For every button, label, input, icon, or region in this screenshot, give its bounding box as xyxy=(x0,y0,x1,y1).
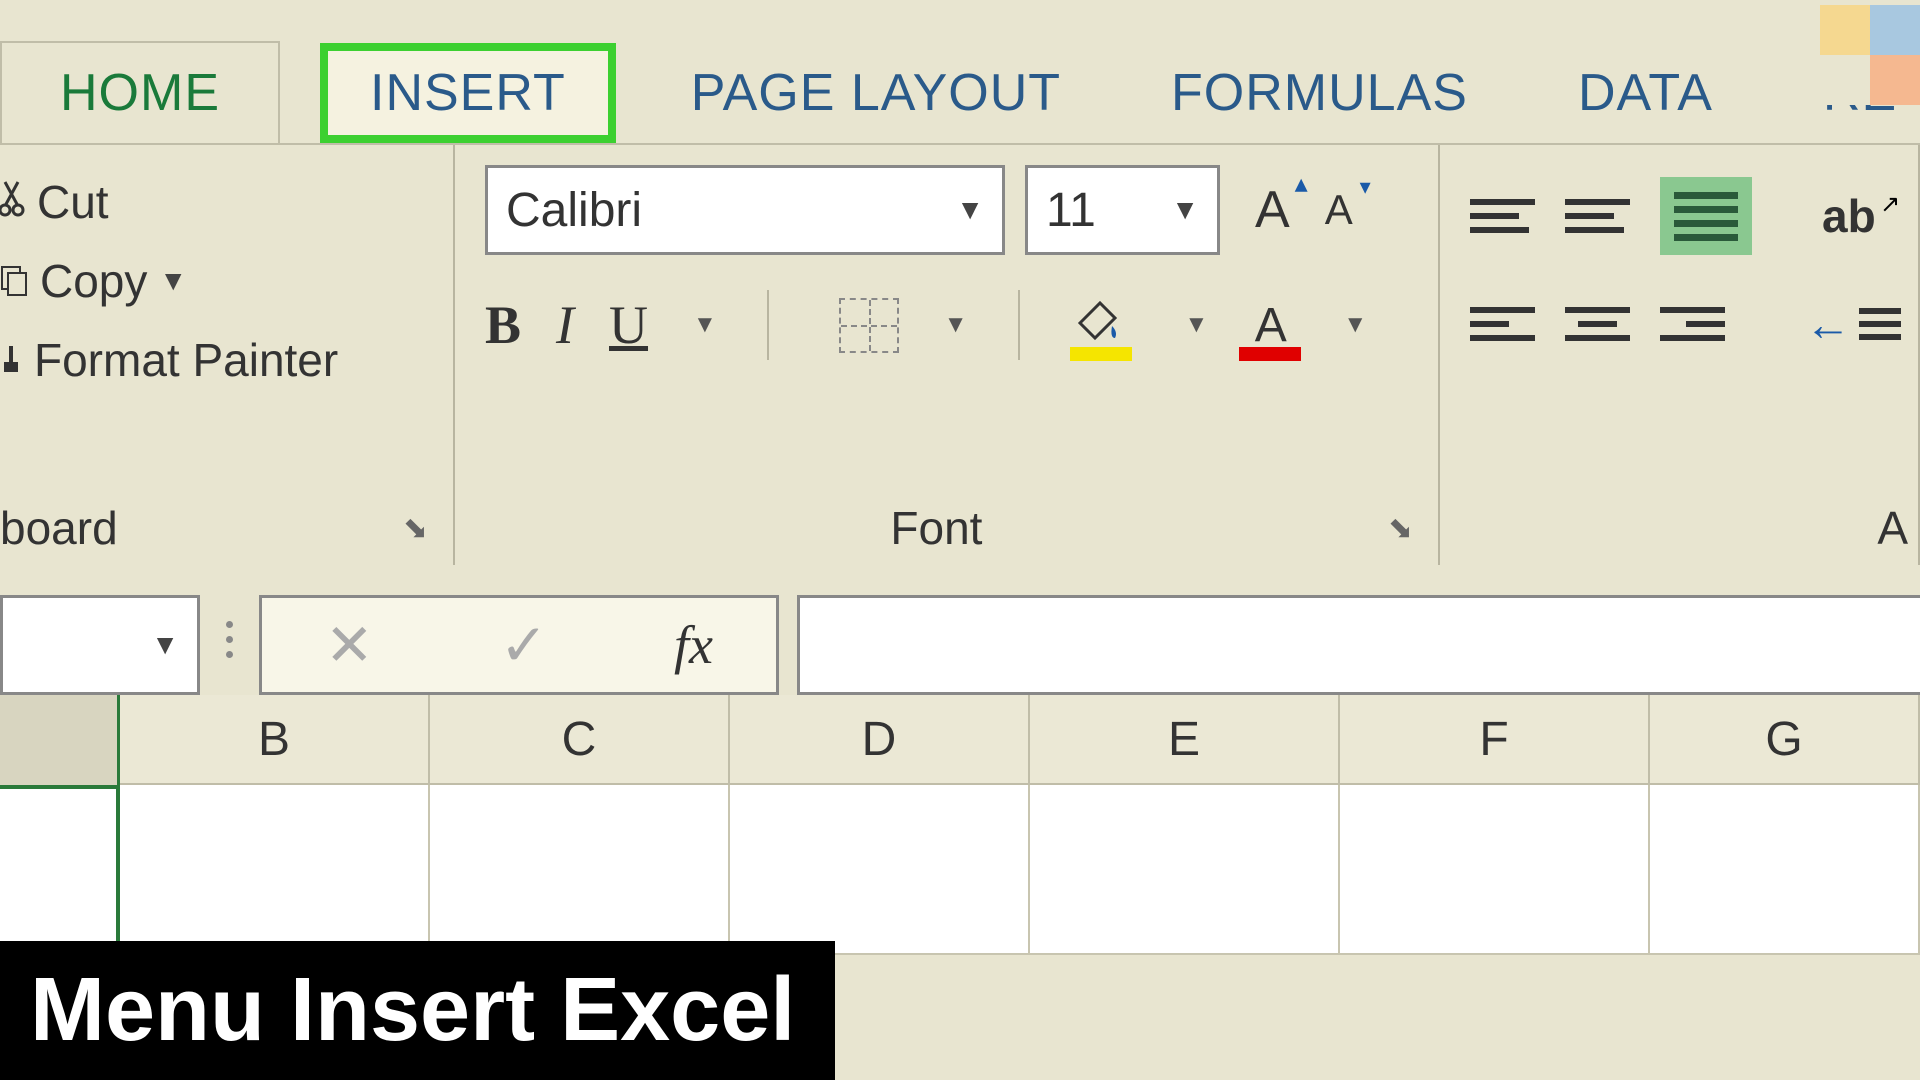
align-left-button[interactable] xyxy=(1470,299,1535,349)
format-painter-label: Format Painter xyxy=(34,333,338,387)
format-painter-button[interactable]: Format Painter xyxy=(0,333,433,387)
separator xyxy=(767,290,769,360)
grip-handle[interactable] xyxy=(218,595,241,683)
chevron-down-icon[interactable]: ▼ xyxy=(1185,311,1209,339)
fill-color-button[interactable] xyxy=(1070,298,1140,353)
spreadsheet-grid: B C D E F G xyxy=(0,695,1920,955)
chevron-down-icon[interactable]: ▼ xyxy=(944,311,968,339)
arrow-left-icon: ← xyxy=(1805,297,1851,351)
alignment-label-partial: A xyxy=(1877,501,1908,555)
copy-icon xyxy=(0,254,28,308)
clipboard-group: Cut Copy ▼ Format Painter board ⬊ xyxy=(0,145,455,565)
ribbon-tabs: HOME INSERT PAGE LAYOUT FORMULAS DATA RE xyxy=(0,0,1920,145)
select-all-cell[interactable] xyxy=(0,695,120,785)
scissors-icon xyxy=(0,175,25,229)
cell[interactable] xyxy=(1650,785,1920,955)
orientation-icon: ab xyxy=(1822,190,1876,242)
font-name-value: Calibri xyxy=(506,183,642,238)
separator xyxy=(1018,290,1020,360)
brush-icon xyxy=(0,333,22,387)
cancel-button[interactable]: ✕ xyxy=(325,611,374,679)
font-size-value: 11 xyxy=(1046,183,1096,238)
enter-button[interactable]: ✓ xyxy=(499,611,548,679)
font-color-button[interactable]: A xyxy=(1243,298,1298,353)
tab-insert[interactable]: INSERT xyxy=(320,43,616,143)
decrease-indent-button[interactable]: ← xyxy=(1805,297,1901,351)
cut-label: Cut xyxy=(37,175,109,229)
chevron-down-icon[interactable]: ▼ xyxy=(693,311,717,339)
font-color-indicator xyxy=(1239,347,1301,361)
cell[interactable] xyxy=(120,785,430,955)
formula-buttons: ✕ ✓ fx xyxy=(259,595,779,695)
tab-formulas[interactable]: FORMULAS xyxy=(1121,43,1518,143)
grow-font-button[interactable]: A▴ xyxy=(1255,180,1290,240)
align-bottom-button[interactable] xyxy=(1660,177,1752,255)
cut-button[interactable]: Cut xyxy=(0,175,433,229)
underline-button[interactable]: U xyxy=(609,294,648,356)
column-header-f[interactable]: F xyxy=(1340,695,1650,785)
cell[interactable] xyxy=(730,785,1030,955)
dialog-launcher-icon[interactable]: ⬊ xyxy=(1388,511,1413,546)
chevron-down-icon[interactable]: ▼ xyxy=(1343,311,1367,339)
tab-data[interactable]: DATA xyxy=(1528,43,1763,143)
logo-blocks xyxy=(1820,5,1920,105)
column-header-g[interactable]: G xyxy=(1650,695,1920,785)
chevron-down-icon: ▼ xyxy=(1171,194,1199,226)
font-group-label: Font xyxy=(890,501,982,555)
bucket-icon xyxy=(1070,304,1125,353)
align-top-button[interactable] xyxy=(1470,191,1535,241)
ribbon: Cut Copy ▼ Format Painter board ⬊ xyxy=(0,145,1920,565)
cell[interactable] xyxy=(1340,785,1650,955)
clipboard-label: board xyxy=(0,501,118,555)
formula-input[interactable] xyxy=(797,595,1920,695)
alignment-group: ab ↗ ← A xyxy=(1440,145,1920,565)
font-name-select[interactable]: Calibri ▼ xyxy=(485,165,1005,255)
column-header-b[interactable]: B xyxy=(120,695,430,785)
shrink-font-button[interactable]: A▾ xyxy=(1325,186,1353,235)
bold-button[interactable]: B xyxy=(485,294,521,356)
tab-page-layout[interactable]: PAGE LAYOUT xyxy=(641,43,1111,143)
cell[interactable] xyxy=(430,785,730,955)
insert-function-button[interactable]: fx xyxy=(674,614,713,676)
grid-row xyxy=(0,785,1920,955)
chevron-down-icon: ▼ xyxy=(956,194,984,226)
active-cell[interactable] xyxy=(0,785,120,955)
cell[interactable] xyxy=(1030,785,1340,955)
column-header-d[interactable]: D xyxy=(730,695,1030,785)
chevron-down-icon[interactable]: ▼ xyxy=(159,265,187,297)
align-right-button[interactable] xyxy=(1660,299,1725,349)
copy-label: Copy xyxy=(40,254,147,308)
orientation-button[interactable]: ab ↗ xyxy=(1822,189,1900,243)
name-box[interactable]: ▼ xyxy=(0,595,200,695)
font-size-select[interactable]: 11 ▼ xyxy=(1025,165,1220,255)
tab-home[interactable]: HOME xyxy=(0,41,280,143)
fill-color-indicator xyxy=(1070,347,1132,361)
align-center-button[interactable] xyxy=(1565,299,1630,349)
chevron-down-icon: ▼ xyxy=(151,629,179,661)
borders-button[interactable] xyxy=(839,298,899,353)
dialog-launcher-icon[interactable]: ⬊ xyxy=(403,511,428,546)
column-headers: B C D E F G xyxy=(0,695,1920,785)
overlay-caption: Menu Insert Excel xyxy=(0,941,835,1080)
align-middle-v-button[interactable] xyxy=(1565,191,1630,241)
column-header-c[interactable]: C xyxy=(430,695,730,785)
italic-button[interactable]: I xyxy=(556,294,574,356)
column-header-e[interactable]: E xyxy=(1030,695,1340,785)
copy-button[interactable]: Copy ▼ xyxy=(0,254,433,308)
formula-bar: ▼ ✕ ✓ fx xyxy=(0,565,1920,695)
font-group: Calibri ▼ 11 ▼ A▴ A▾ B I U ▼ xyxy=(455,145,1440,565)
